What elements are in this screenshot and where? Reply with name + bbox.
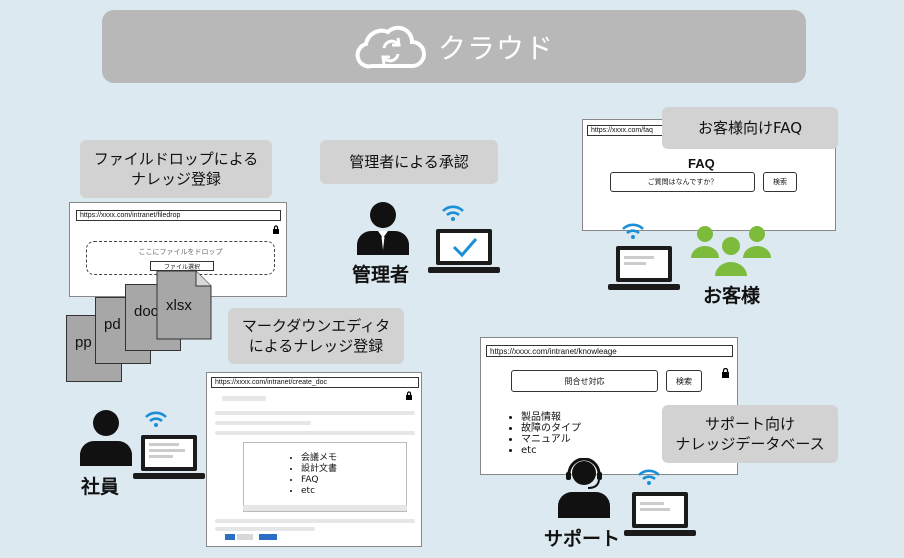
wifi-icon (638, 469, 660, 485)
editor-item: FAQ (301, 475, 337, 486)
url-bar[interactable]: https://xxxx.com/intranet/knowleage (486, 345, 733, 357)
lock-icon (722, 368, 729, 378)
submit-button[interactable] (259, 534, 277, 540)
file-drop-caption: ファイルドロップによる ナレッジ登録 (80, 140, 272, 198)
kb-item[interactable]: etc (521, 445, 581, 456)
employee-role-label: 社員 (81, 476, 120, 498)
faq-heading: FAQ (688, 156, 715, 171)
support-kb-caption: サポート向け ナレッジデータベース (662, 405, 838, 463)
url-bar[interactable]: https://xxxx.com/intranet/create_doc (211, 377, 419, 388)
editor-item: 設計文書 (301, 464, 337, 475)
editor-item: etc (301, 486, 337, 497)
wifi-icon (145, 411, 167, 427)
cloud-sync-icon (355, 25, 426, 68)
support-headset-person-icon (558, 458, 610, 518)
save-button[interactable] (225, 534, 235, 540)
cloud-banner: クラウド (102, 10, 806, 83)
admin-laptop-icon (428, 229, 500, 273)
url-bar[interactable]: https://xxxx.com/intranet/filedrop (76, 210, 281, 221)
lock-icon (406, 391, 412, 400)
cloud-label: クラウド (437, 31, 554, 65)
customer-laptop-icon (608, 246, 680, 290)
kb-item[interactable]: 製品情報 (521, 412, 581, 423)
support-role-label: サポート (544, 528, 621, 550)
url-bar[interactable]: https://xxxx.com/faq (587, 125, 669, 136)
kb-search-button[interactable]: 検索 (666, 370, 702, 392)
customer-faq-caption: お客様向けFAQ (662, 107, 838, 149)
approval-caption: 管理者による承認 (320, 140, 498, 184)
kb-search-input[interactable]: 問合せ対応 (511, 370, 658, 392)
kb-list: 製品情報 故障のタイプ マニュアル etc (511, 412, 581, 456)
editor-item: 会議メモ (301, 453, 337, 464)
lock-icon (273, 225, 279, 234)
markdown-editor-window: https://xxxx.com/intranet/create_doc 会議メ… (206, 372, 422, 547)
admin-role-label: 管理者 (352, 264, 410, 286)
xlsx-file-label: xlsx (166, 297, 192, 314)
wifi-icon (622, 223, 644, 239)
editor-textarea[interactable]: 会議メモ 設計文書 FAQ etc (243, 442, 407, 512)
faq-search-button[interactable]: 検索 (763, 172, 797, 192)
customer-group-icon (691, 226, 771, 276)
kb-item[interactable]: 故障のタイプ (521, 423, 581, 434)
faq-search-input[interactable]: ご質問はなんですか？ (610, 172, 755, 192)
employee-laptop-icon (133, 435, 205, 479)
employee-person-icon (80, 410, 132, 466)
preview-button[interactable] (237, 534, 253, 540)
markdown-caption: マークダウンエディタ によるナレッジ登録 (228, 308, 404, 364)
admin-person-icon (357, 202, 409, 255)
support-laptop-icon (624, 492, 696, 536)
customer-role-label: お客様 (703, 285, 761, 307)
wifi-icon (442, 205, 464, 221)
kb-item[interactable]: マニュアル (521, 434, 581, 445)
